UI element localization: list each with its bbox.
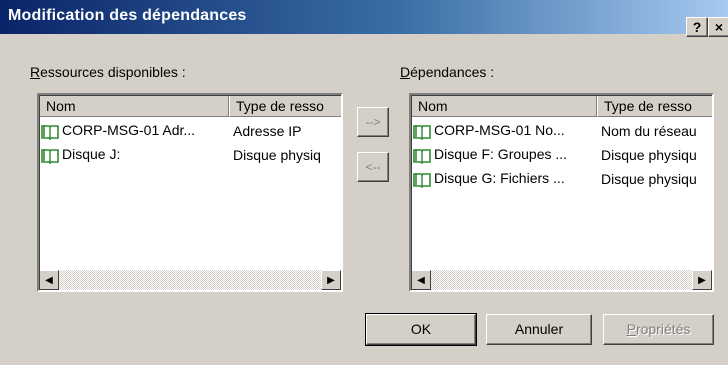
item-name: CORP-MSG-01 Adr... (62, 122, 196, 139)
item-name: CORP-MSG-01 No... (434, 122, 565, 139)
item-type: Disque physiq (233, 147, 321, 163)
item-name-cell: CORP-MSG-01 No... (411, 122, 597, 140)
add-dependency-button[interactable]: --> (357, 107, 389, 137)
remove-dependency-button[interactable]: <-- (357, 152, 389, 182)
item-name: Disque F: Groupes ... (434, 146, 568, 163)
dependencies-list[interactable]: Nom Type de resso CORP-MSG-01 No... Nom d… (409, 93, 714, 292)
list-item[interactable]: CORP-MSG-01 Adr... Adresse IP (39, 119, 341, 143)
list-item[interactable]: Disque J: Disque physiq (39, 143, 341, 167)
item-type: Adresse IP (233, 123, 302, 139)
available-resources-label: Ressources disponibles : (30, 64, 186, 80)
column-header-name[interactable]: Nom (39, 95, 229, 117)
ok-button[interactable]: OK (365, 313, 477, 346)
scroll-left-icon[interactable]: ◀ (39, 270, 59, 290)
dependencies-label: Dépendances : (400, 64, 495, 80)
item-name: Disque G: Fichiers ... (434, 170, 565, 187)
horizontal-scrollbar[interactable]: ◀ ▶ (39, 270, 341, 290)
item-name-cell: Disque G: Fichiers ... (411, 170, 597, 188)
scroll-left-icon[interactable]: ◀ (411, 270, 431, 290)
list-header: Nom Type de resso (411, 95, 712, 117)
item-name-cell: Disque J: (39, 146, 229, 164)
item-type: Nom du réseau (601, 123, 697, 139)
available-resources-list[interactable]: Nom Type de resso CORP-MSG-01 Adr... Adre… (37, 93, 343, 292)
list-item[interactable]: CORP-MSG-01 No... Nom du réseau (411, 119, 712, 143)
item-name-cell: CORP-MSG-01 Adr... (39, 122, 229, 140)
book-icon (41, 124, 59, 140)
scroll-right-icon[interactable]: ▶ (692, 270, 712, 290)
available-rows: CORP-MSG-01 Adr... Adresse IP Disque J: Dis… (39, 119, 341, 167)
title-bar: Modification des dépendances ? × (0, 0, 728, 37)
scroll-right-icon[interactable]: ▶ (321, 270, 341, 290)
book-icon (413, 172, 431, 188)
item-name: Disque J: (62, 146, 121, 163)
list-item[interactable]: Disque F: Groupes ... Disque physiqu (411, 143, 712, 167)
book-icon (41, 148, 59, 164)
scroll-track[interactable] (431, 270, 692, 290)
close-button[interactable]: × (708, 17, 728, 37)
item-type: Disque physiqu (601, 171, 697, 187)
column-header-name[interactable]: Nom (411, 95, 597, 117)
book-icon (413, 148, 431, 164)
item-name-cell: Disque F: Groupes ... (411, 146, 597, 164)
cancel-button[interactable]: Annuler (486, 314, 592, 345)
column-header-type[interactable]: Type de resso (597, 95, 712, 117)
properties-button[interactable]: Propriétés (603, 314, 714, 345)
window-title: Modification des dépendances (8, 7, 247, 24)
help-button[interactable]: ? (686, 17, 708, 37)
book-icon (413, 124, 431, 140)
scroll-track[interactable] (59, 270, 321, 290)
column-header-type[interactable]: Type de resso (229, 95, 341, 117)
list-item[interactable]: Disque G: Fichiers ... Disque physiqu (411, 167, 712, 191)
horizontal-scrollbar[interactable]: ◀ ▶ (411, 270, 712, 290)
list-header: Nom Type de resso (39, 95, 341, 117)
item-type: Disque physiqu (601, 147, 697, 163)
dependency-rows: CORP-MSG-01 No... Nom du réseau Disque F: … (411, 119, 712, 191)
